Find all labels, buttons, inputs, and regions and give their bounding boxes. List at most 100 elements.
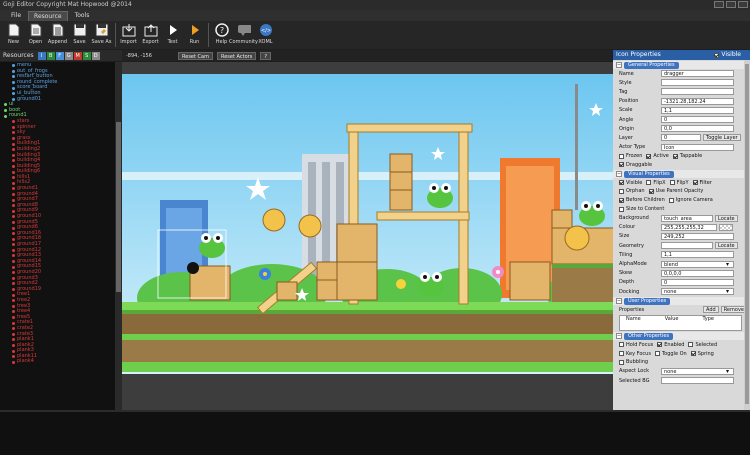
resource-tree[interactable]: menu out_of_frogs restart_button round_comp… [0, 62, 115, 410]
checkbox-orphan[interactable]: Orphan [619, 188, 645, 194]
filter-chip-d[interactable]: D [91, 51, 100, 60]
checkbox-box[interactable] [619, 162, 624, 168]
checkbox-flipx[interactable]: FlipX [646, 180, 666, 186]
toggle-layer-button[interactable]: Toggle Layer [703, 134, 741, 142]
toolbar-new-button[interactable]: New [3, 21, 24, 49]
scene-view[interactable] [122, 62, 613, 410]
user-properties-table[interactable]: Name Value Type [619, 315, 742, 332]
checkbox-box[interactable] [619, 351, 624, 357]
canvas-help-button[interactable]: ? [260, 51, 271, 60]
property-value-input[interactable]: none [661, 367, 734, 375]
other-properties-section-header[interactable]: − Other Properties [613, 332, 750, 341]
checkbox-box[interactable] [654, 351, 660, 357]
collapse-icon[interactable]: − [616, 62, 622, 68]
property-value-input[interactable]: 1,1 [661, 251, 734, 259]
checkbox-bubbling[interactable]: Bubbling [619, 359, 648, 365]
locate-button[interactable]: Locate [715, 242, 738, 250]
filter-chip-f[interactable]: F [55, 51, 64, 60]
checkbox-box[interactable] [648, 188, 654, 194]
visual-properties-section-header[interactable]: − Visual Properties [613, 170, 750, 179]
property-value-input[interactable]: 0 [661, 134, 701, 142]
checkbox-box[interactable] [619, 342, 624, 348]
collapse-icon[interactable]: − [616, 298, 622, 305]
reset-cam-button[interactable]: Reset Cam [178, 51, 213, 60]
property-value-input[interactable]: 255,255,255,32 [661, 223, 717, 231]
toolbar-save-button[interactable]: Save [69, 21, 90, 49]
checkbox-flipy[interactable]: FlipY [669, 180, 689, 186]
property-value-input[interactable]: none [661, 288, 734, 296]
checkbox-ignore-camera[interactable]: Ignore Camera [668, 197, 713, 203]
checkbox-box[interactable] [619, 206, 624, 212]
property-value-input[interactable]: -1321.28,182.24 [661, 97, 734, 105]
filter-chip-g[interactable]: G [64, 51, 73, 60]
checkbox-frozen[interactable]: Frozen [619, 153, 642, 159]
checkbox-box[interactable] [619, 180, 624, 186]
checkbox-box[interactable] [619, 359, 624, 365]
toolbar-xoml-button[interactable]: </> XOML [255, 21, 276, 49]
scrollbar-thumb[interactable] [116, 122, 121, 292]
checkbox-box[interactable] [672, 153, 678, 159]
collapse-icon[interactable]: − [616, 333, 622, 340]
property-value-input[interactable]: 0,0 [661, 125, 734, 133]
toolbar-community-button[interactable]: Community [229, 21, 258, 49]
filter-chip-b[interactable]: B [46, 51, 55, 60]
property-value-input[interactable]: dragger [661, 70, 734, 78]
visible-checkbox[interactable] [714, 52, 720, 58]
checkbox-spring[interactable]: Spring [690, 351, 714, 357]
checkbox-toggle-on[interactable]: Toggle On [654, 351, 687, 357]
checkbox-hold-focus[interactable]: Hold Focus [619, 342, 653, 348]
checkbox-size-to-content[interactable]: Size to Content [619, 206, 664, 212]
property-value-input[interactable] [661, 79, 734, 87]
checkbox-filter[interactable]: Filter [692, 180, 712, 186]
tree-item[interactable]: plank4 [0, 359, 115, 365]
scene-canvas[interactable] [122, 62, 613, 410]
property-value-input[interactable]: 0 [661, 116, 734, 124]
checkbox-draggable[interactable]: Draggable [619, 162, 652, 168]
checkbox-box[interactable] [688, 342, 694, 348]
locate-button[interactable]: Locate [715, 214, 738, 222]
property-value-input[interactable] [661, 88, 734, 96]
visible-toggle[interactable]: Visible [714, 50, 741, 60]
checkbox-before-children[interactable]: Before Children [619, 197, 665, 203]
filter-chip-i[interactable]: I [37, 51, 46, 60]
property-value-input[interactable]: 0 [661, 278, 734, 286]
checkbox-active[interactable]: Active [646, 153, 669, 159]
checkbox-box[interactable] [646, 153, 652, 159]
property-value-input[interactable]: 249,252 [661, 232, 734, 240]
collapse-icon[interactable]: − [616, 171, 622, 178]
general-properties-section-header[interactable]: − General Properties [613, 61, 750, 69]
checkbox-box[interactable] [619, 153, 624, 159]
minimize-button[interactable] [714, 1, 724, 8]
property-value-input[interactable]: blend [661, 260, 734, 268]
toolbar-open-button[interactable]: Open [25, 21, 46, 49]
menu-resource[interactable]: Resource [28, 10, 68, 21]
checkbox-key-focus[interactable]: Key Focus [619, 351, 651, 357]
checkbox-selected[interactable]: Selected [688, 342, 717, 348]
scrollbar-thumb[interactable] [745, 64, 749, 404]
checkbox-box[interactable] [646, 180, 652, 186]
colour-swatch[interactable] [719, 223, 733, 231]
add-property-button[interactable]: Add [703, 306, 719, 314]
checkbox-box[interactable] [619, 188, 624, 194]
menu-file[interactable]: File [6, 11, 26, 20]
property-value-input[interactable] [661, 377, 734, 385]
close-button[interactable] [738, 1, 748, 8]
property-value-input[interactable]: 1,1 [661, 106, 734, 114]
checkbox-box[interactable] [669, 180, 675, 186]
checkbox-box[interactable] [657, 342, 663, 348]
toolbar-import-button[interactable]: Import [118, 21, 139, 49]
maximize-button[interactable] [726, 1, 736, 8]
user-properties-section-header[interactable]: − User Properties [613, 297, 750, 306]
checkbox-tappable[interactable]: Tappable [672, 153, 702, 159]
properties-scrollbar[interactable] [744, 60, 750, 410]
toolbar-save-as-button[interactable]: Save As [91, 21, 112, 49]
toolbar-run-button[interactable]: Run [184, 21, 205, 49]
toolbar-append-button[interactable]: Append [47, 21, 68, 49]
toolbar-export-button[interactable]: Export [140, 21, 161, 49]
checkbox-enabled[interactable]: Enabled [657, 342, 684, 348]
toolbar-test-button[interactable]: Test [162, 21, 183, 49]
checkbox-visible[interactable]: Visible [619, 180, 642, 186]
property-value-input[interactable] [661, 242, 713, 250]
checkbox-box[interactable] [619, 197, 624, 203]
checkbox-box[interactable] [668, 197, 674, 203]
